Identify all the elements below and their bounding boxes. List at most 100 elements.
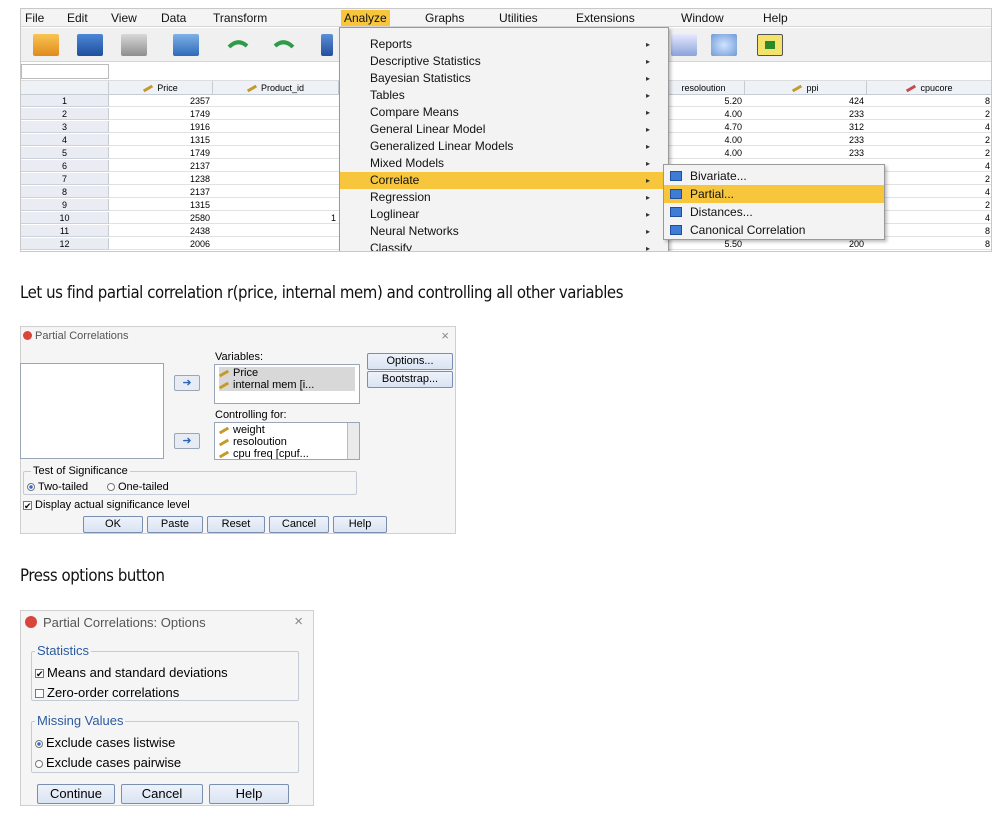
- display-significance-checkbox[interactable]: ✔ Display actual significance level: [23, 499, 190, 511]
- reset-button[interactable]: Reset: [207, 516, 265, 533]
- analyze-menu-item[interactable]: Bayesian Statistics ▸: [340, 70, 668, 87]
- table-cell[interactable]: [213, 225, 339, 237]
- table-cell[interactable]: 4: [867, 160, 991, 172]
- table-cell[interactable]: 233: [745, 134, 867, 146]
- list-item[interactable]: resoloution: [218, 436, 287, 448]
- analyze-menu-item[interactable]: Regression ▸: [340, 189, 668, 206]
- table-cell[interactable]: 4: [867, 186, 991, 198]
- column-header-ppi[interactable]: ppi: [745, 81, 867, 95]
- table-cell[interactable]: [213, 121, 339, 133]
- menu-data[interactable]: Data: [161, 11, 186, 25]
- analyze-menu-item[interactable]: Tables ▸: [340, 87, 668, 104]
- table-cell[interactable]: 1315: [109, 134, 213, 146]
- menu-transform[interactable]: Transform: [213, 11, 267, 25]
- table-cell[interactable]: 2438: [109, 225, 213, 237]
- table-cell[interactable]: [213, 160, 339, 172]
- table-cell[interactable]: [213, 134, 339, 146]
- table-cell[interactable]: 312: [745, 121, 867, 133]
- table-cell[interactable]: 2: [867, 134, 991, 146]
- cancel-button[interactable]: Cancel: [121, 784, 203, 804]
- row-number[interactable]: 7: [21, 173, 109, 185]
- menu-window[interactable]: Window: [681, 11, 724, 25]
- row-number[interactable]: 8: [21, 186, 109, 198]
- table-cell[interactable]: 233: [745, 147, 867, 159]
- table-cell[interactable]: 8: [867, 238, 991, 250]
- use-sets-icon[interactable]: [711, 34, 737, 56]
- table-cell[interactable]: 1749: [109, 147, 213, 159]
- two-tailed-radio[interactable]: Two-tailed: [27, 481, 88, 493]
- menu-edit[interactable]: Edit: [67, 11, 88, 25]
- table-cell[interactable]: 5.20: [663, 95, 745, 107]
- menu-file[interactable]: File: [25, 11, 44, 25]
- open-folder-icon[interactable]: [33, 34, 59, 56]
- row-number[interactable]: 10: [21, 212, 109, 224]
- column-header-resoloution[interactable]: resoloution: [663, 81, 745, 95]
- pairwise-radio[interactable]: Exclude cases pairwise: [35, 755, 181, 770]
- row-number[interactable]: 2: [21, 108, 109, 120]
- show-all-variables-icon[interactable]: [757, 34, 783, 56]
- table-cell[interactable]: 8: [867, 95, 991, 107]
- save-icon[interactable]: [77, 34, 103, 56]
- undo-icon[interactable]: [225, 34, 251, 56]
- table-cell[interactable]: 1: [213, 212, 339, 224]
- help-button[interactable]: Help: [333, 516, 387, 533]
- table-cell[interactable]: 8: [867, 225, 991, 237]
- analyze-menu-item[interactable]: Classify ▸: [340, 240, 668, 251]
- analyze-menu-item[interactable]: Loglinear ▸: [340, 206, 668, 223]
- column-header-cpucore[interactable]: cpucore: [867, 81, 991, 95]
- means-sd-checkbox[interactable]: ✔ Means and standard deviations: [35, 665, 228, 680]
- table-cell[interactable]: 2: [867, 199, 991, 211]
- correlate-submenu-item[interactable]: Partial...: [664, 185, 884, 203]
- analyze-menu-item[interactable]: Reports ▸: [340, 36, 668, 53]
- menu-graphs[interactable]: Graphs: [425, 11, 464, 25]
- table-cell[interactable]: 2: [867, 147, 991, 159]
- table-cell[interactable]: [213, 173, 339, 185]
- source-variable-list[interactable]: [20, 363, 164, 459]
- table-cell[interactable]: 1749: [109, 108, 213, 120]
- menu-utilities[interactable]: Utilities: [499, 11, 538, 25]
- table-cell[interactable]: 1238: [109, 173, 213, 185]
- table-cell[interactable]: 2137: [109, 160, 213, 172]
- menu-analyze[interactable]: Analyze: [341, 10, 390, 26]
- close-icon[interactable]: ×: [294, 613, 303, 630]
- table-cell[interactable]: 2006: [109, 238, 213, 250]
- row-number[interactable]: 6: [21, 160, 109, 172]
- analyze-menu-item[interactable]: Neural Networks ▸: [340, 223, 668, 240]
- table-cell[interactable]: [213, 199, 339, 211]
- help-button[interactable]: Help: [209, 784, 289, 804]
- list-item[interactable]: cpu freq [cpuf...: [218, 448, 309, 459]
- cell-name-box[interactable]: [21, 64, 109, 79]
- redo-icon[interactable]: [271, 34, 297, 56]
- list-item[interactable]: Price: [218, 367, 355, 379]
- table-cell[interactable]: [213, 95, 339, 107]
- menu-help[interactable]: Help: [763, 11, 788, 25]
- row-number[interactable]: 3: [21, 121, 109, 133]
- zero-order-checkbox[interactable]: Zero-order correlations: [35, 685, 179, 700]
- table-cell[interactable]: 2357: [109, 95, 213, 107]
- table-cell[interactable]: [213, 238, 339, 250]
- options-button[interactable]: Options...: [367, 353, 453, 370]
- row-number[interactable]: 1: [21, 95, 109, 107]
- row-number[interactable]: 4: [21, 134, 109, 146]
- paste-button[interactable]: Paste: [147, 516, 203, 533]
- controlling-scrollbar[interactable]: [347, 423, 359, 459]
- analyze-menu-item[interactable]: Mixed Models ▸: [340, 155, 668, 172]
- row-number[interactable]: 5: [21, 147, 109, 159]
- table-cell[interactable]: 2137: [109, 186, 213, 198]
- table-cell[interactable]: 2: [867, 108, 991, 120]
- list-item[interactable]: weight: [218, 424, 265, 436]
- analyze-menu-item[interactable]: Compare Means ▸: [340, 104, 668, 121]
- move-to-variables-button[interactable]: ➜: [174, 375, 200, 391]
- ok-button[interactable]: OK: [83, 516, 143, 533]
- column-header-product-id[interactable]: Product_id: [213, 81, 339, 95]
- analyze-menu-item[interactable]: Generalized Linear Models ▸: [340, 138, 668, 155]
- one-tailed-radio[interactable]: One-tailed: [107, 481, 169, 493]
- table-cell[interactable]: [213, 186, 339, 198]
- table-cell[interactable]: 4.00: [663, 134, 745, 146]
- list-item[interactable]: internal mem [i...: [218, 379, 355, 391]
- move-to-controlling-button[interactable]: ➜: [174, 433, 200, 449]
- correlate-submenu-item[interactable]: Bivariate...: [664, 167, 884, 185]
- menu-extensions[interactable]: Extensions: [576, 11, 635, 25]
- table-cell[interactable]: 2580: [109, 212, 213, 224]
- analyze-menu-item[interactable]: Correlate ▸: [340, 172, 668, 189]
